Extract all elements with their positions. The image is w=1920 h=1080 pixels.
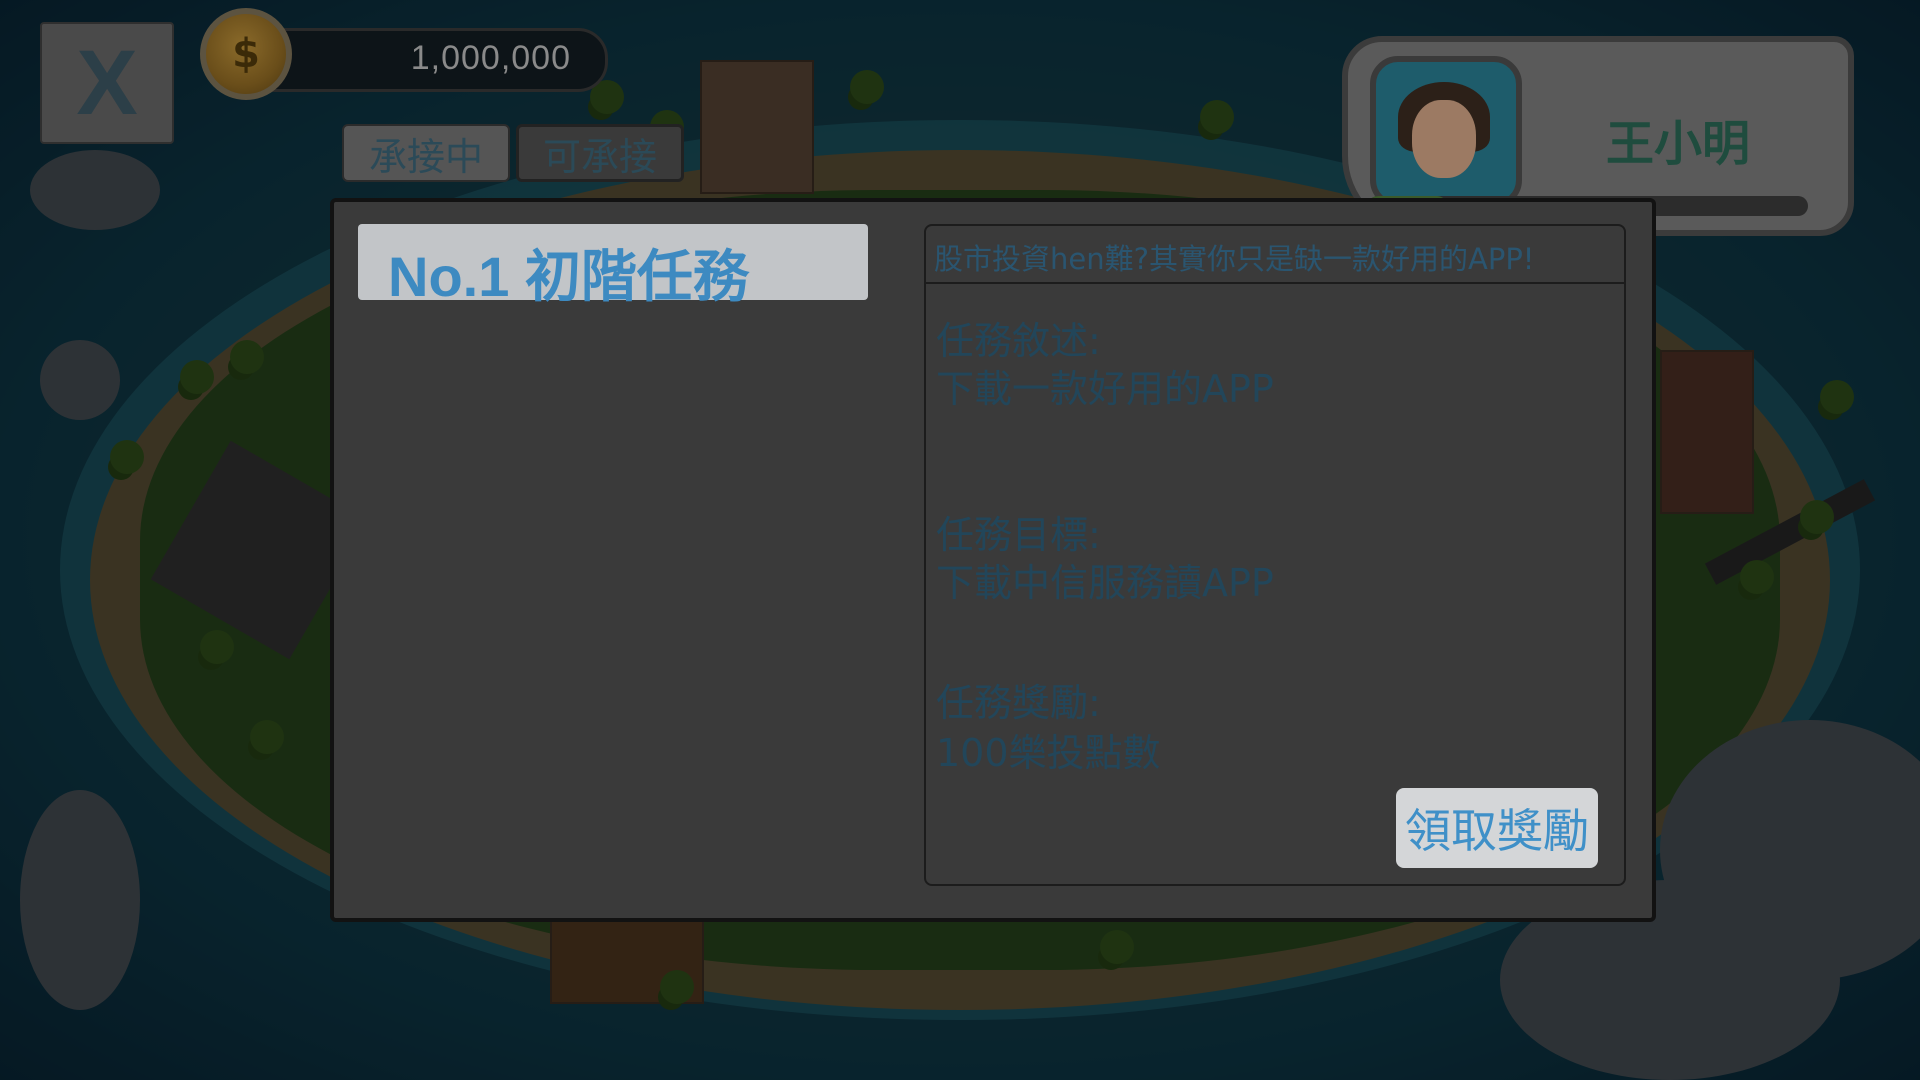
mission-detail-header: 股市投資hen難?其實你只是缺一款好用的APP! bbox=[926, 226, 1624, 284]
coin-balance: 1,000,000 bbox=[410, 39, 571, 77]
close-icon: X bbox=[76, 31, 138, 134]
mission-list-item[interactable]: No.1 初階任務 bbox=[358, 224, 868, 308]
tab-label: 承接中 bbox=[368, 134, 483, 179]
description-title: 任務敘述: bbox=[936, 319, 1101, 363]
description-text: 下載一款好用的APP bbox=[936, 367, 1274, 411]
reward-title: 任務獎勵: bbox=[936, 681, 1101, 725]
player-name: 王小明 bbox=[1606, 116, 1751, 172]
close-button[interactable]: X bbox=[40, 22, 174, 144]
tab-label: 可承接 bbox=[542, 134, 657, 179]
reward-text: 100樂投點數 bbox=[936, 731, 1161, 775]
avatar bbox=[1370, 56, 1522, 208]
mission-title: No.1 初階任務 bbox=[388, 245, 749, 308]
mission-dialog: No.1 初階任務 股市投資hen難?其實你只是缺一款好用的APP! 任務敘述:… bbox=[330, 198, 1656, 922]
avatar-face bbox=[1412, 100, 1476, 178]
goal-title: 任務目標: bbox=[936, 513, 1101, 557]
tab-available[interactable]: 可承接 bbox=[516, 124, 684, 182]
mission-headline: 股市投資hen難?其實你只是缺一款好用的APP! bbox=[934, 242, 1535, 276]
coin-icon: $ bbox=[200, 8, 292, 100]
goal-text: 下載中信服務讀APP bbox=[936, 561, 1274, 605]
claim-reward-button[interactable]: 領取獎勵 bbox=[1396, 788, 1598, 868]
tab-in-progress[interactable]: 承接中 bbox=[342, 124, 510, 182]
dollar-icon: $ bbox=[232, 31, 260, 77]
mission-detail-panel: 股市投資hen難?其實你只是缺一款好用的APP! 任務敘述: 下載一款好用的AP… bbox=[924, 224, 1626, 886]
claim-reward-label: 領取獎勵 bbox=[1405, 804, 1589, 858]
